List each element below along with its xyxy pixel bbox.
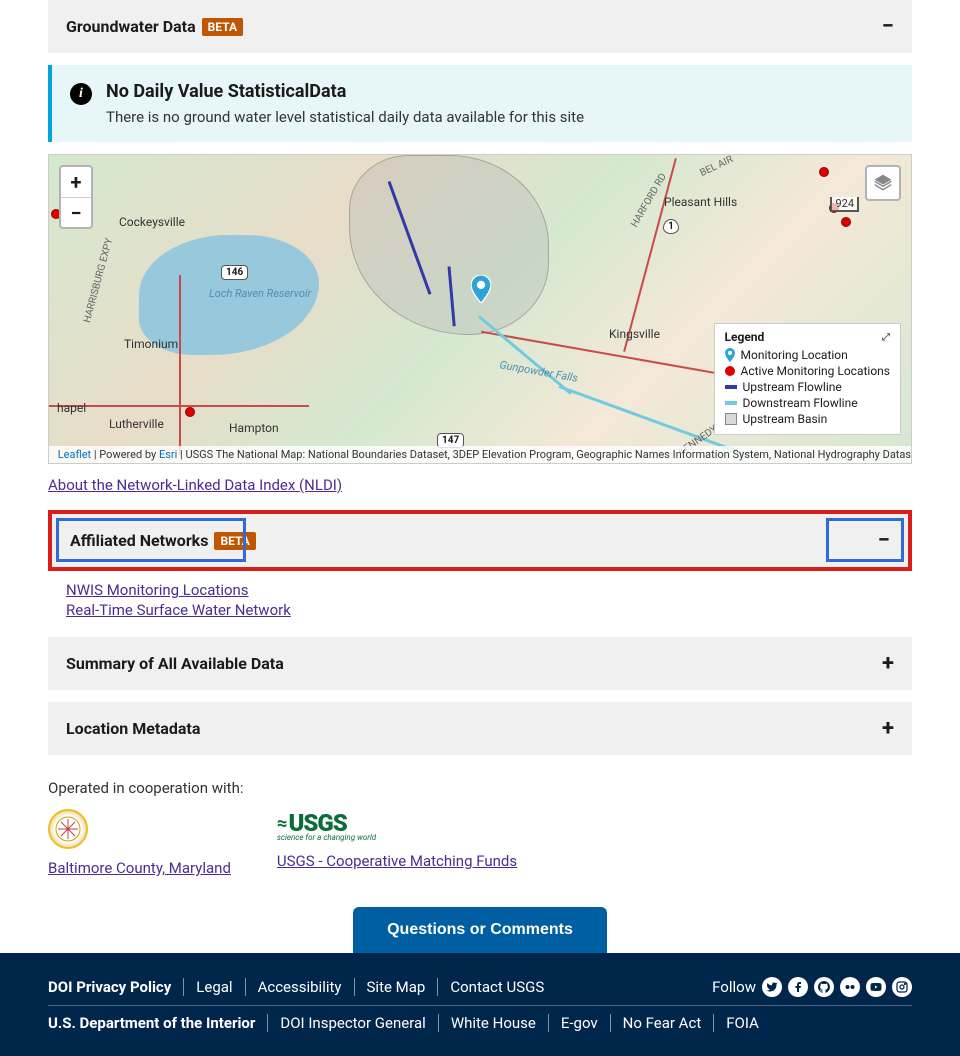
legend-pin-icon	[725, 348, 735, 362]
footer-link-nofear[interactable]: No Fear Act	[611, 1014, 715, 1032]
footer-link-legal[interactable]: Legal	[184, 978, 245, 996]
accordion-metadata-title: Location Metadata	[66, 719, 200, 738]
legend-title: Legend	[725, 330, 765, 344]
upstream-basin	[349, 155, 549, 335]
expand-icon: +	[882, 716, 894, 741]
twitter-icon[interactable]	[762, 977, 782, 997]
follow-label: Follow	[712, 978, 756, 996]
facebook-icon[interactable]	[788, 977, 808, 997]
monitoring-dot[interactable]	[185, 407, 195, 417]
legend-line-icon	[725, 401, 737, 405]
affiliated-links: NWIS Monitoring Locations Real-Time Surf…	[48, 571, 912, 625]
accordion-metadata[interactable]: Location Metadata +	[48, 702, 912, 755]
map-label: BEL AIR	[698, 154, 735, 179]
footer-link-accessibility[interactable]: Accessibility	[246, 978, 355, 996]
footer-links-row2: U.S. Department of the Interior DOI Insp…	[48, 1014, 771, 1032]
footer-link-foia[interactable]: FOIA	[714, 1014, 771, 1032]
usgs-logo-icon: ≈USGS science for a changing world	[277, 809, 517, 842]
layers-button[interactable]	[865, 165, 901, 201]
coop-link-baltimore[interactable]: Baltimore County, Maryland	[48, 859, 231, 877]
map-label: Pleasant Hills	[664, 195, 737, 209]
map-label: Hampton	[229, 421, 279, 435]
layers-icon	[873, 173, 893, 193]
map-label: HARRISBURG EXPY	[82, 237, 115, 324]
instagram-icon[interactable]	[892, 977, 912, 997]
zoom-out-button[interactable]: −	[61, 197, 91, 227]
route-badge: 1	[663, 219, 679, 234]
road	[179, 275, 181, 455]
about-nldi-link[interactable]: About the Network-Linked Data Index (NLD…	[48, 476, 912, 494]
affiliated-link-realtime[interactable]: Real-Time Surface Water Network	[66, 601, 894, 619]
legend-label: Upstream Basin	[743, 412, 828, 426]
route-badge: 146	[221, 265, 248, 280]
legend-label: Active Monitoring Locations	[741, 364, 891, 378]
flickr-icon[interactable]	[840, 977, 860, 997]
location-marker-icon[interactable]	[471, 275, 491, 303]
questions-button[interactable]: Questions or Comments	[353, 907, 607, 953]
zoom-in-button[interactable]: +	[61, 167, 91, 197]
footer-link-contact[interactable]: Contact USGS	[438, 978, 556, 996]
footer-link-privacy[interactable]: DOI Privacy Policy	[48, 978, 184, 996]
esri-link[interactable]: Esri	[159, 448, 177, 461]
legend-label: Monitoring Location	[741, 348, 848, 362]
coop-link-usgs[interactable]: USGS - Cooperative Matching Funds	[277, 852, 517, 870]
footer-link-inspector[interactable]: DOI Inspector General	[268, 1014, 438, 1032]
collapse-icon: −	[882, 14, 894, 39]
footer-link-egov[interactable]: E-gov	[549, 1014, 611, 1032]
legend-line-icon	[725, 385, 737, 389]
info-title: No Daily Value StatisticalData	[106, 81, 584, 102]
accordion-groundwater[interactable]: Groundwater Data BETA −	[48, 0, 912, 53]
coop-item-baltimore: Baltimore County, Maryland	[48, 809, 231, 877]
footer-links-row1: DOI Privacy Policy Legal Accessibility S…	[48, 978, 556, 996]
map-label: Loch Raven Reservoir	[209, 287, 311, 300]
highlight-box-left	[56, 518, 246, 562]
monitoring-dot[interactable]	[819, 167, 829, 177]
accordion-summary[interactable]: Summary of All Available Data +	[48, 637, 912, 690]
map-zoom-controls: + −	[59, 165, 93, 229]
cooperation-intro: Operated in cooperation with:	[48, 779, 912, 797]
monitoring-dot[interactable]	[841, 217, 851, 227]
info-banner: i No Daily Value StatisticalData There i…	[48, 65, 912, 142]
affiliated-link-nwis[interactable]: NWIS Monitoring Locations	[66, 581, 894, 599]
map-attribution: Leaflet | Powered by Esri | USGS The Nat…	[49, 446, 911, 463]
legend-dot-icon	[725, 366, 735, 376]
map-label: Cockeysville	[119, 215, 185, 229]
follow-section: Follow	[712, 977, 912, 997]
map-label: Timonium	[124, 337, 178, 351]
map-label: Kingsville	[609, 327, 660, 341]
github-icon[interactable]	[814, 977, 834, 997]
downstream-flowline	[478, 315, 572, 394]
map-scale: 924	[830, 197, 859, 212]
beta-badge: BETA	[202, 18, 243, 36]
accordion-groundwater-title: Groundwater Data	[66, 17, 196, 36]
legend-label: Upstream Flowline	[743, 380, 842, 394]
legend-label: Downstream Flowline	[743, 396, 858, 410]
info-icon: i	[70, 83, 92, 105]
footer-link-doi[interactable]: U.S. Department of the Interior	[48, 1014, 268, 1032]
map-label: Gunpowder Falls	[498, 358, 578, 385]
accordion-affiliated-highlighted: Affiliated Networks BETA −	[48, 510, 912, 571]
map-legend: Legend ⤢ Monitoring Location Active Moni…	[714, 323, 902, 435]
footer-link-whitehouse[interactable]: White House	[439, 1014, 549, 1032]
accordion-summary-title: Summary of All Available Data	[66, 654, 284, 673]
expand-icon: +	[882, 651, 894, 676]
baltimore-seal-icon	[48, 809, 88, 849]
expand-icon[interactable]: ⤢	[882, 332, 890, 343]
coop-item-usgs: ≈USGS science for a changing world USGS …	[277, 809, 517, 877]
footer: DOI Privacy Policy Legal Accessibility S…	[0, 953, 960, 1056]
map-label: hapel	[57, 401, 86, 415]
map-label: Lutherville	[109, 417, 164, 431]
map[interactable]: Cockeysville Timonium Lutherville Hampto…	[48, 154, 912, 464]
legend-box-icon	[725, 413, 737, 425]
leaflet-link[interactable]: Leaflet	[58, 448, 91, 461]
youtube-icon[interactable]	[866, 977, 886, 997]
footer-link-sitemap[interactable]: Site Map	[355, 978, 439, 996]
info-text: There is no ground water level statistic…	[106, 108, 584, 126]
highlight-box-right	[826, 518, 904, 562]
